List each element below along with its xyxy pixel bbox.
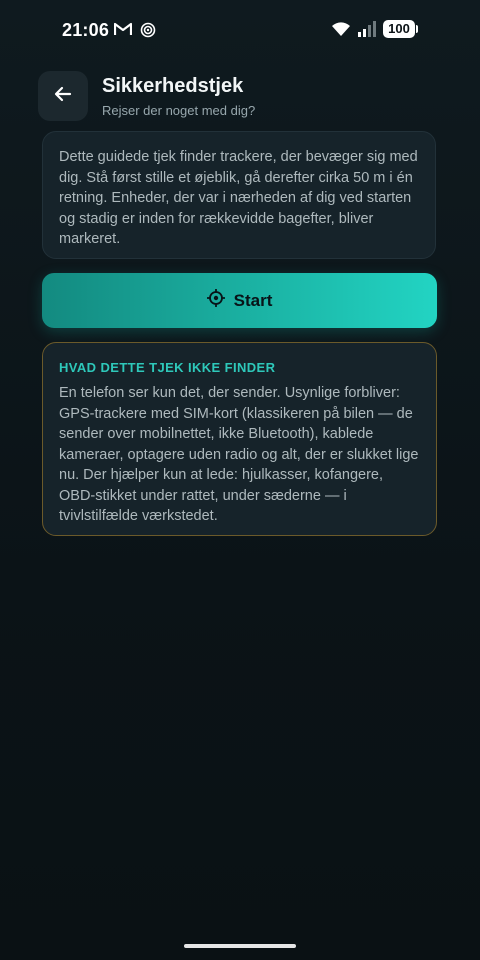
signal-icon	[357, 20, 377, 43]
warning-text: En telefon ser kun det, der sender. Usyn…	[59, 385, 419, 524]
home-indicator[interactable]	[184, 944, 296, 948]
arrow-left-icon	[54, 85, 72, 108]
start-button[interactable]: Start	[42, 273, 437, 328]
page-subtitle: Rejser der noget med dig?	[102, 103, 256, 118]
back-button[interactable]	[38, 71, 88, 121]
wifi-icon	[331, 20, 351, 43]
crosshair-icon	[206, 288, 226, 312]
battery-icon: 100	[383, 20, 415, 38]
status-time: 21:06	[62, 20, 110, 40]
screen: 21:06 100 Sikkerhedstjek Rejser der noge…	[0, 0, 480, 960]
gmail-icon	[113, 22, 133, 41]
page-title: Sikkerhedstjek	[102, 75, 244, 97]
status-bar: 21:06 100	[0, 0, 480, 60]
start-button-label: Start	[233, 290, 273, 310]
info-text: Dette guidede tjek finder trackere, der …	[59, 149, 418, 247]
info-card: Dette guidede tjek finder trackere, der …	[42, 131, 436, 259]
warning-card: HVAD DETTE TJEK IKKE FINDER En telefon s…	[42, 342, 437, 536]
target-icon	[140, 22, 156, 43]
start-button-content: Start	[206, 288, 273, 312]
warning-title: HVAD DETTE TJEK IKKE FINDER	[59, 360, 276, 375]
battery-tip	[416, 25, 418, 33]
